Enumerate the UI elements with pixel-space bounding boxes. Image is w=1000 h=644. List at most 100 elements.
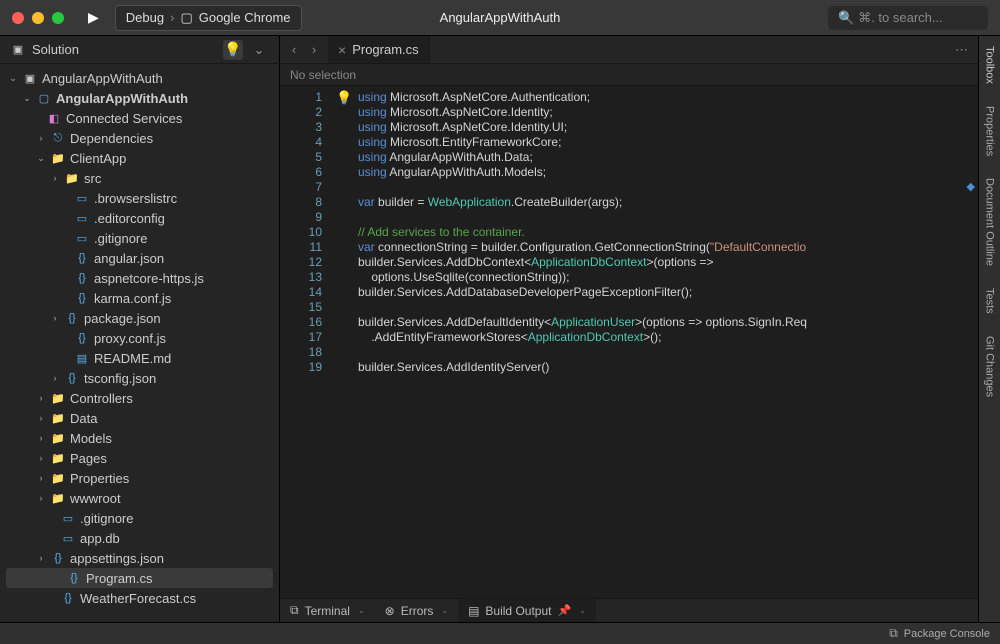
nav-back-button[interactable]: ‹ — [284, 42, 304, 57]
tab-errors[interactable]: ⊗ Errors ⌄ — [375, 599, 458, 622]
tree-label: .browserslistrc — [94, 191, 177, 206]
code-line[interactable] — [358, 180, 978, 195]
nav-forward-button[interactable]: › — [304, 42, 324, 57]
build-icon: ▤ — [468, 604, 479, 618]
tree-file[interactable]: {}angular.json — [0, 248, 279, 268]
tree-connected-services[interactable]: ◧ Connected Services — [0, 108, 279, 128]
tree-clientapp[interactable]: ⌄📁 ClientApp — [0, 148, 279, 168]
code-line[interactable]: // Add services to the container. — [358, 225, 978, 240]
tree-file[interactable]: {}WeatherForecast.cs — [0, 588, 279, 608]
tree-dependencies[interactable]: ›⎋ Dependencies — [0, 128, 279, 148]
code-line[interactable]: builder.Services.AddIdentityServer() — [358, 360, 978, 375]
tree-file[interactable]: {}aspnetcore-https.js — [0, 268, 279, 288]
dependencies-icon: ⎋ — [50, 130, 66, 146]
global-search[interactable]: 🔍⌘. to search... — [828, 6, 988, 30]
rail-git-changes[interactable]: Git Changes — [984, 332, 996, 401]
tree-src[interactable]: ›📁 src — [0, 168, 279, 188]
tree-solution-root[interactable]: ⌄▣ AngularAppWithAuth — [0, 68, 279, 88]
close-tab-icon[interactable]: × — [338, 42, 346, 58]
solution-panel-title: Solution — [32, 42, 79, 57]
run-button[interactable]: ▶ — [82, 7, 105, 28]
tree-folder[interactable]: ›📁wwwroot — [0, 488, 279, 508]
tree-folder[interactable]: ›📁Data — [0, 408, 279, 428]
right-tool-rail: Toolbox Properties Document Outline Test… — [978, 36, 1000, 622]
file-icon: {} — [64, 370, 80, 386]
tree-file[interactable]: ▭app.db — [0, 528, 279, 548]
tab-terminal[interactable]: ⧉ Terminal ⌄ — [280, 599, 375, 622]
rail-toolbox[interactable]: Toolbox — [984, 42, 996, 88]
tree-file[interactable]: ▭.gitignore — [0, 228, 279, 248]
code-line[interactable]: using AngularAppWithAuth.Data; — [358, 150, 978, 165]
minimize-window-button[interactable] — [32, 12, 44, 24]
folder-icon: 📁 — [50, 390, 66, 406]
folder-icon: 📁 — [50, 150, 66, 166]
code-line[interactable]: var connectionString = builder.Configura… — [358, 240, 978, 255]
lightbulb-icon[interactable]: 💡 — [336, 90, 352, 105]
code-editor[interactable]: ◆ 12345678910111213141516171819 💡 using … — [280, 86, 978, 598]
search-placeholder: ⌘. to search... — [858, 10, 943, 25]
code-line[interactable] — [358, 210, 978, 225]
tree-folder[interactable]: ›📁Pages — [0, 448, 279, 468]
file-icon: {} — [74, 290, 90, 306]
code-line[interactable]: .AddEntityFrameworkStores<ApplicationDbC… — [358, 330, 978, 345]
window-controls — [12, 12, 64, 24]
code-line[interactable]: options.UseSqlite(connectionString)); — [358, 270, 978, 285]
tree-folder[interactable]: ›📁Properties — [0, 468, 279, 488]
lightbulb-toggle[interactable]: 💡 — [223, 40, 243, 60]
code-line[interactable]: using Microsoft.AspNetCore.Identity.UI; — [358, 120, 978, 135]
tree-file[interactable]: ›{}package.json — [0, 308, 279, 328]
line-number: 15 — [280, 300, 322, 315]
code-line[interactable]: builder.Services.AddDbContext<Applicatio… — [358, 255, 978, 270]
tree-file[interactable]: {}karma.conf.js — [0, 288, 279, 308]
tree-file[interactable]: {}proxy.conf.js — [0, 328, 279, 348]
tree-file[interactable]: ▭ .browserslistrc — [0, 188, 279, 208]
code-line[interactable]: builder.Services.AddDefaultIdentity<Appl… — [358, 315, 978, 330]
tree-label: Models — [70, 431, 112, 446]
rail-tests[interactable]: Tests — [984, 284, 996, 318]
editor-tab-program[interactable]: × Program.cs — [328, 36, 430, 63]
rail-properties[interactable]: Properties — [984, 102, 996, 160]
code-line[interactable]: builder.Services.AddDatabaseDeveloperPag… — [358, 285, 978, 300]
code-line[interactable]: using Microsoft.AspNetCore.Authenticatio… — [358, 90, 978, 105]
code-line[interactable]: using Microsoft.EntityFrameworkCore; — [358, 135, 978, 150]
panel-dropdown[interactable]: ⌄ — [249, 42, 269, 58]
file-icon: ▭ — [74, 190, 90, 206]
tree-label: Program.cs — [86, 571, 152, 586]
package-console-button[interactable]: Package Console — [904, 628, 990, 640]
tree-file[interactable]: ▭.gitignore — [0, 508, 279, 528]
tree-file[interactable]: {} Program.cs — [6, 568, 273, 588]
code-line[interactable] — [358, 300, 978, 315]
code-line[interactable]: using Microsoft.AspNetCore.Identity; — [358, 105, 978, 120]
file-icon: {} — [66, 570, 82, 586]
pin-icon[interactable]: 📌 — [557, 604, 571, 617]
package-console-icon: ⧉ — [889, 626, 898, 641]
maximize-window-button[interactable] — [52, 12, 64, 24]
editor-overflow-menu[interactable]: ⋯ — [945, 42, 978, 58]
tree-label: wwwroot — [70, 491, 121, 506]
breadcrumb-bar[interactable]: No selection — [280, 64, 978, 86]
rail-document-outline[interactable]: Document Outline — [984, 174, 996, 270]
tree-label: ClientApp — [70, 151, 126, 166]
tree-label: app.db — [80, 531, 120, 546]
close-window-button[interactable] — [12, 12, 24, 24]
code-line[interactable]: var builder = WebApplication.CreateBuild… — [358, 195, 978, 210]
file-icon: ▭ — [74, 210, 90, 226]
tree-label: WeatherForecast.cs — [80, 591, 196, 606]
line-number: 14 — [280, 285, 322, 300]
tree-file[interactable]: ›{}appsettings.json — [0, 548, 279, 568]
run-config-selector[interactable]: Debug › ▢ Google Chrome — [115, 5, 302, 31]
tree-project[interactable]: ⌄▢ AngularAppWithAuth — [0, 88, 279, 108]
tree-folder[interactable]: ›📁Models — [0, 428, 279, 448]
tree-label: Pages — [70, 451, 107, 466]
tab-build-output[interactable]: ▤ Build Output 📌 ⌄ — [458, 599, 596, 622]
code-line[interactable] — [358, 345, 978, 360]
tree-file[interactable]: ›{}tsconfig.json — [0, 368, 279, 388]
tree-file[interactable]: ▤README.md — [0, 348, 279, 368]
file-icon: ▭ — [60, 510, 76, 526]
code-content[interactable]: 💡 using Microsoft.AspNetCore.Authenticat… — [330, 86, 978, 598]
tree-label: Dependencies — [70, 131, 153, 146]
code-line[interactable]: using AngularAppWithAuth.Models; — [358, 165, 978, 180]
folder-icon: 📁 — [50, 410, 66, 426]
tree-file[interactable]: ▭.editorconfig — [0, 208, 279, 228]
tree-folder[interactable]: ›📁Controllers — [0, 388, 279, 408]
